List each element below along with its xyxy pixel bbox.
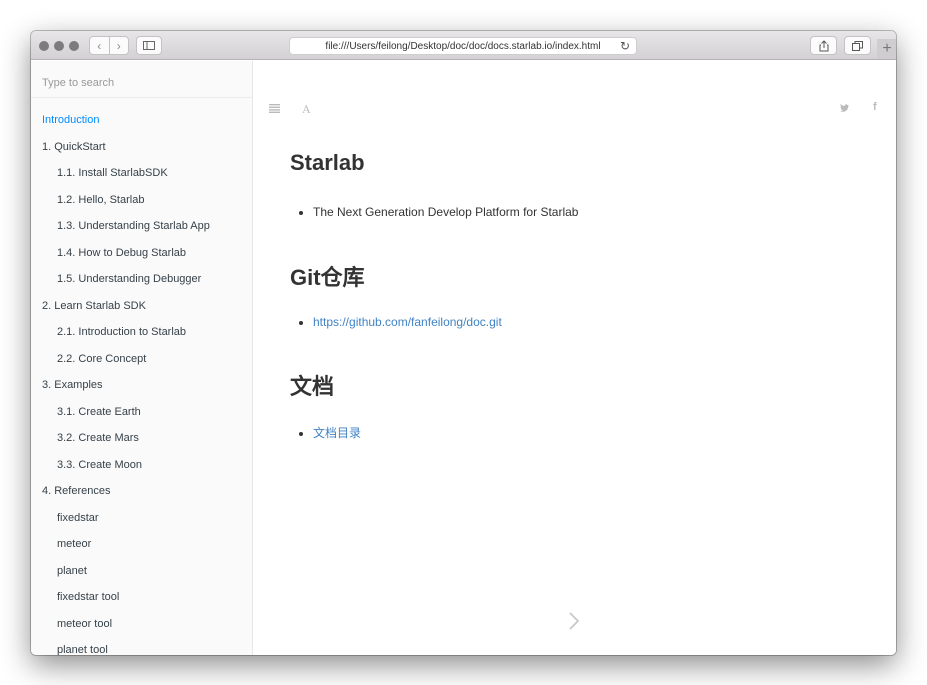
address-url: file:///Users/feilong/Desktop/doc/doc/do… — [325, 40, 601, 52]
toc-item[interactable]: 2.1. Introduction to Starlab — [31, 319, 252, 346]
toc-item[interactable]: planet — [31, 558, 252, 585]
toc-item[interactable]: 3. Examples — [31, 372, 252, 399]
toc-item-introduction[interactable]: Introduction — [31, 107, 252, 134]
title-bar: ‹ › file:///Users/feilong/Desktop/doc/do… — [31, 31, 896, 60]
minimize-window-button[interactable] — [54, 41, 64, 51]
next-page-arrow-icon[interactable] — [566, 609, 582, 633]
reload-icon[interactable]: ↻ — [620, 39, 630, 53]
sidebar-icon — [143, 41, 155, 50]
share-button[interactable] — [810, 36, 837, 55]
menu-icon[interactable] — [269, 104, 280, 113]
search-input[interactable] — [42, 77, 241, 89]
toc-item[interactable]: 2. Learn Starlab SDK — [31, 293, 252, 320]
share-icon — [819, 39, 828, 51]
facebook-icon[interactable]: f — [873, 101, 877, 113]
toc-item[interactable]: fixedstar tool — [31, 584, 252, 611]
new-tab-button[interactable]: + — [877, 39, 896, 59]
sidebar-toggle-button[interactable] — [136, 36, 162, 55]
nav-buttons: ‹ › — [89, 36, 129, 55]
docs-list: 文档目录 — [313, 424, 361, 441]
toc-item[interactable]: 1.2. Hello, Starlab — [31, 187, 252, 214]
browser-window: ‹ › file:///Users/feilong/Desktop/doc/do… — [31, 31, 896, 655]
toc-item[interactable]: meteor tool — [31, 611, 252, 638]
toc-item[interactable]: 1.1. Install StarlabSDK — [31, 160, 252, 187]
address-bar[interactable]: file:///Users/feilong/Desktop/doc/doc/do… — [289, 37, 637, 55]
docs-index-link[interactable]: 文档目录 — [313, 426, 361, 440]
close-window-button[interactable] — [39, 41, 49, 51]
font-settings-icon[interactable]: A — [302, 102, 311, 117]
toc-item[interactable]: 3.3. Create Moon — [31, 452, 252, 479]
twitter-icon[interactable] — [840, 104, 849, 112]
heading-git: Git仓库 — [290, 265, 365, 290]
toc-item[interactable]: 1. QuickStart — [31, 134, 252, 161]
back-icon[interactable]: ‹ — [90, 37, 110, 54]
toc-item[interactable]: fixedstar — [31, 505, 252, 532]
zoom-window-button[interactable] — [69, 41, 79, 51]
git-repo-link[interactable]: https://github.com/fanfeilong/doc.git — [313, 315, 502, 329]
sidebar: Introduction 1. QuickStart 1.1. Install … — [31, 61, 253, 655]
git-list: https://github.com/fanfeilong/doc.git — [313, 315, 502, 329]
list-item: The Next Generation Develop Platform for… — [313, 205, 578, 219]
toc-item[interactable]: 2.2. Core Concept — [31, 346, 252, 373]
toc-item[interactable]: 1.5. Understanding Debugger — [31, 266, 252, 293]
starlab-list: The Next Generation Develop Platform for… — [313, 205, 578, 219]
tabs-overview-button[interactable] — [844, 36, 871, 55]
toc-item[interactable]: 3.1. Create Earth — [31, 399, 252, 426]
heading-starlab: Starlab — [290, 150, 365, 175]
toc-item[interactable]: 1.3. Understanding Starlab App — [31, 213, 252, 240]
list-item: https://github.com/fanfeilong/doc.git — [313, 315, 502, 329]
search-box — [31, 61, 252, 98]
list-item: 文档目录 — [313, 424, 361, 441]
toc-item[interactable]: 3.2. Create Mars — [31, 425, 252, 452]
main-content: A f Starlab The Next Generation Develop … — [253, 61, 896, 655]
toc-item[interactable]: planet tool — [31, 637, 252, 655]
heading-docs: 文档 — [290, 374, 335, 399]
toc-item[interactable]: meteor — [31, 531, 252, 558]
toc-item[interactable]: 1.4. How to Debug Starlab — [31, 240, 252, 267]
forward-icon[interactable]: › — [110, 37, 129, 54]
toc-item[interactable]: 4. References — [31, 478, 252, 505]
table-of-contents: Introduction 1. QuickStart 1.1. Install … — [31, 98, 252, 655]
tabs-icon — [852, 40, 863, 51]
